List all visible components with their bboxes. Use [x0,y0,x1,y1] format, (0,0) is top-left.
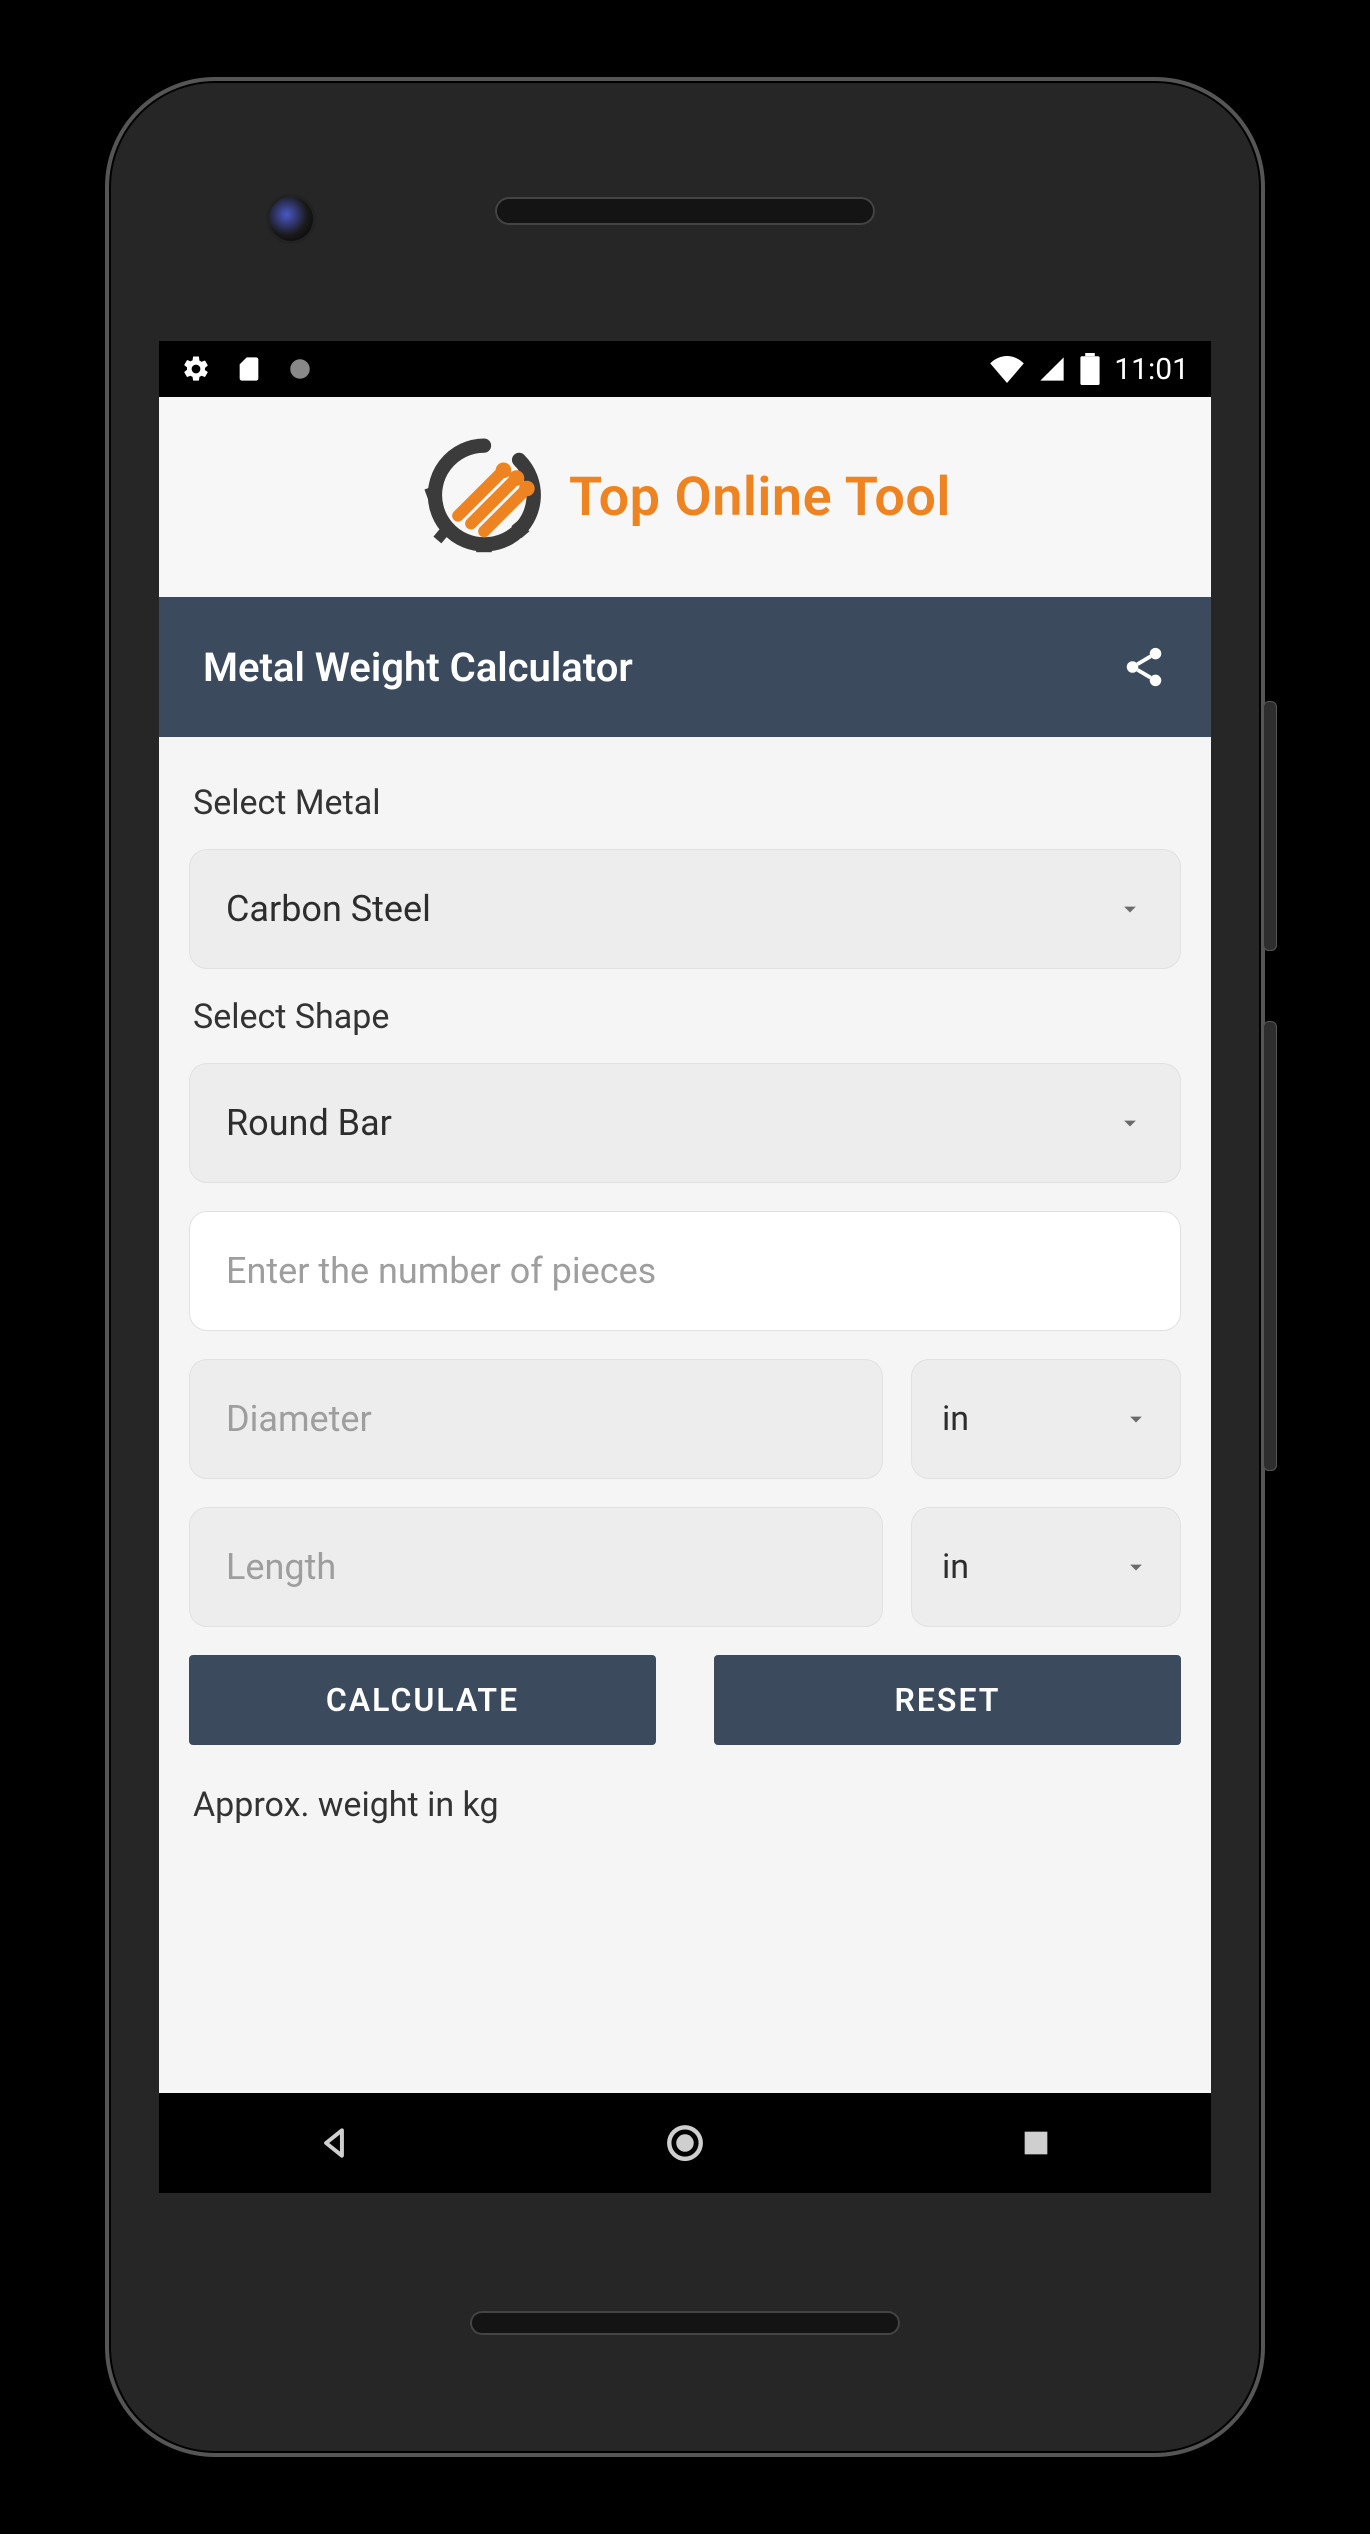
diameter-placeholder: Diameter [226,1398,372,1440]
nav-recents-button[interactable] [1006,2113,1066,2173]
triangle-back-icon [315,2124,353,2162]
app-content: Top Online Tool Metal Weight Calculator … [159,397,1211,2093]
sd-card-icon [235,355,263,383]
diameter-input[interactable]: Diameter [189,1359,883,1479]
result-label: Approx. weight in kg [193,1785,1181,1825]
android-navbar [159,2093,1211,2193]
calculate-button[interactable]: CALCULATE [189,1655,656,1745]
phone-side-button [1263,701,1277,951]
status-time: 11:01 [1114,352,1189,387]
screen: 11:01 [159,341,1211,2193]
chevron-down-icon [1116,1109,1144,1137]
form: Select Metal Carbon Steel Select Shape R… [159,737,1211,1825]
length-unit-value: in [942,1547,969,1587]
brand-name: Top Online Tool [569,466,951,529]
shape-select[interactable]: Round Bar [189,1063,1181,1183]
length-input[interactable]: Length [189,1507,883,1627]
shape-select-value: Round Bar [226,1102,392,1144]
status-right: 11:01 [990,352,1189,387]
square-recents-icon [1019,2126,1053,2160]
nav-home-button[interactable] [655,2113,715,2173]
length-unit-select[interactable]: in [911,1507,1181,1627]
gear-icon [181,354,211,384]
shape-label: Select Shape [193,997,1181,1037]
wifi-icon [990,355,1024,383]
pieces-placeholder: Enter the number of pieces [226,1250,656,1292]
cell-signal-icon [1038,355,1066,383]
page-title: Metal Weight Calculator [203,644,633,691]
battery-icon [1080,353,1100,385]
diameter-unit-value: in [942,1399,969,1439]
phone-side-button [1263,1021,1277,1471]
length-placeholder: Length [226,1546,336,1588]
status-left [181,354,313,384]
phone-speaker [470,2311,900,2335]
share-button[interactable] [1121,644,1167,690]
chevron-down-icon [1122,1405,1150,1433]
phone-frame: 11:01 [105,77,1265,2457]
status-bar: 11:01 [159,341,1211,397]
phone-bottom-bezel [109,2193,1261,2453]
chevron-down-icon [1116,895,1144,923]
metal-select-value: Carbon Steel [226,888,431,930]
share-icon [1121,644,1167,690]
phone-camera [269,197,313,241]
brand-logo-icon [419,430,549,564]
diameter-unit-select[interactable]: in [911,1359,1181,1479]
chevron-down-icon [1122,1553,1150,1581]
metal-label: Select Metal [193,783,1181,823]
reset-button[interactable]: RESET [714,1655,1181,1745]
phone-top-bezel [109,81,1261,341]
circle-icon [287,356,313,382]
nav-back-button[interactable] [304,2113,364,2173]
phone-earpiece [495,197,875,225]
metal-select[interactable]: Carbon Steel [189,849,1181,969]
circle-home-icon [664,2122,706,2164]
title-bar: Metal Weight Calculator [159,597,1211,737]
brand-bar: Top Online Tool [159,397,1211,597]
pieces-input[interactable]: Enter the number of pieces [189,1211,1181,1331]
